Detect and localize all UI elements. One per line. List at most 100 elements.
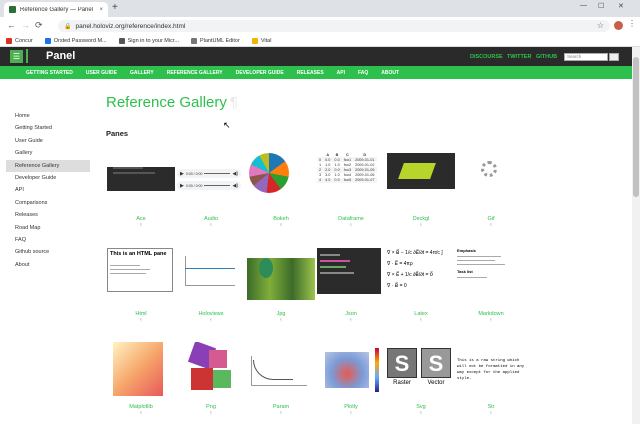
html-pane-title: This is an HTML pane [110,251,167,257]
card-thumbnail[interactable] [387,153,455,195]
sidebar-item[interactable]: Reference Gallery [6,159,90,172]
latex-eq-4: ∇ · B⃗ = 0 [387,283,407,289]
nav-item[interactable]: RELEASES [297,70,324,76]
bookmark-item[interactable]: Orsted Password M... [44,37,107,44]
bookmark-label: Orsted Password M... [53,37,107,44]
bookmark-label: PlantUML Editor [199,37,240,44]
card-thumbnail[interactable] [107,342,175,402]
nav-item[interactable]: GETTING STARTED [26,70,73,76]
sidebar-item[interactable]: Getting Started [6,122,90,134]
card-thumbnail[interactable] [177,342,245,402]
site-search-input[interactable]: Search [564,53,608,61]
bookmark-icon [118,37,125,44]
header-link-github[interactable]: GITHUB [536,54,557,60]
card-permalink-icon: ¶ [419,222,423,227]
reload-button[interactable]: ⟳ [35,20,43,31]
forward-button[interactable]: → [21,20,30,31]
card-thumbnail[interactable] [247,248,315,300]
tab-title: Reference Gallery — Panel 0.9.7 [20,6,95,13]
nav-item[interactable]: GALLERY [130,70,154,76]
sidebar-item[interactable]: Github source [6,246,90,258]
sidebar-item[interactable]: FAQ [6,234,90,246]
site-nav: GETTING STARTED USER GUIDE GALLERY REFERENC… [0,66,632,79]
scrollbar-thumb[interactable] [633,57,639,197]
permalink-icon[interactable]: ¶ [230,94,238,111]
bookmark-icon [190,37,197,44]
site-search-button[interactable] [609,53,619,61]
sidebar-item[interactable]: User Guide [6,135,90,147]
menu-grid-icon[interactable]: ☰ [10,50,23,63]
site-header: ☰ Panel DISCOURSE TWITTER GITHUB Search [0,47,632,66]
audio-time: 0:00 / 0:00 [185,171,203,176]
audio-time-2: 0:00 / 0:00 [185,183,203,188]
url-text[interactable]: panel.holoviz.org/reference/index.html [75,23,185,30]
svg-label-vector: Vector [427,380,445,386]
card-thumbnail[interactable]: S S Raster Vector [387,342,455,402]
header-link-twitter[interactable]: TWITTER [507,54,531,60]
sidebar-item[interactable]: API [6,184,90,196]
minimize-button[interactable]: — [580,2,587,9]
md-heading: Emphasis [457,248,476,253]
card-thumbnail[interactable]: ∇ × B⃗ − 1/c ∂E⃗/∂t = 4π/c j⃗ ∇ · E⃗ = 4π… [387,248,455,300]
nav-item[interactable]: REFERENCE GALLERY [167,70,223,76]
bookmark-label: Vital [260,37,272,44]
bookmark-item[interactable]: PlantUML Editor [190,37,240,44]
page-title: Reference Gallery ¶ [106,94,238,111]
card-permalink-icon: ¶ [139,317,143,322]
address-bar[interactable]: 🔒 panel.holoviz.org/reference/index.html… [58,20,610,32]
card-thumbnail[interactable] [107,153,175,195]
nav-item[interactable]: USER GUIDE [86,70,117,76]
svg-label-raster: Raster [393,380,411,386]
bookmark-item[interactable]: Concur [6,37,33,44]
sidebar-item[interactable]: Releases [6,209,90,221]
header-link-discourse[interactable]: DISCOURSE [470,54,503,60]
back-button[interactable]: ← [7,20,16,31]
card-permalink-icon: ¶ [139,222,143,227]
card-thumbnail[interactable] [177,248,245,300]
card-thumbnail[interactable] [457,153,525,195]
profile-avatar[interactable] [614,21,623,30]
nav-item[interactable]: FAQ [358,70,368,76]
bookmark-item[interactable]: Sign in to your Micr... [118,37,179,44]
card-thumbnail[interactable]: Emphasis Task list [457,248,525,300]
sidebar-item[interactable]: Home [6,110,90,122]
sidebar: Home Getting Started User Guide Gallery Refe… [6,110,90,271]
df-cell: 0.0 [334,178,340,183]
close-window-button[interactable]: ✕ [618,2,624,10]
new-tab-button[interactable]: + [112,3,118,13]
card-permalink-icon: ¶ [279,222,283,227]
bookmarks-bar: Concur Orsted Password M... Sign in to you… [0,35,640,47]
card-thumbnail[interactable] [317,248,385,300]
tab-close-icon[interactable]: × [99,7,103,13]
page-title-text: Reference Gallery [106,94,227,111]
page-scrollbar[interactable] [632,47,640,424]
sidebar-item[interactable]: Comparisons [6,197,90,209]
card-permalink-icon: ¶ [209,317,213,322]
sidebar-item[interactable]: Developer Guide [6,172,90,184]
bookmark-item[interactable]: Vital [251,37,272,44]
maximize-button[interactable]: ☐ [598,2,604,10]
sidebar-item[interactable]: Gallery [6,147,90,159]
bookmark-star-icon[interactable]: ☆ [597,21,604,30]
card-thumbnail[interactable]: This is a raw string which will not be f… [457,342,525,402]
card-permalink-icon: ¶ [489,317,493,322]
sidebar-item[interactable]: Road Map [6,222,90,234]
card-thumbnail[interactable] [247,153,315,195]
card-thumbnail[interactable]: This is an HTML pane [107,248,175,300]
nav-item[interactable]: DEVELOPER GUIDE [236,70,284,76]
nav-item[interactable]: ABOUT [381,70,399,76]
card-permalink-icon: ¶ [489,410,493,415]
site-brand[interactable]: Panel [46,50,75,63]
card-thumbnail[interactable]: ▶ 0:00 / 0:00 ◀) ▶ 0:00 / 0:00 ◀) [177,153,245,195]
card-thumbnail[interactable] [247,342,315,402]
browser-tab[interactable]: Reference Gallery — Panel 0.9.7 × [4,2,108,17]
nav-item[interactable]: API [337,70,345,76]
card-thumbnail[interactable] [317,342,385,402]
card-thumbnail[interactable]: A B C D 0 0.0 0.0 foo1 2009-01-01 1 1.0 1.0 foo2 2009… [317,153,385,195]
section-heading: Panes [106,129,129,138]
sidebar-item[interactable]: About [6,259,90,271]
browser-menu-icon[interactable]: ⋮ [628,19,636,28]
card-permalink-icon: ¶ [279,317,283,322]
card-permalink-icon: ¶ [349,317,353,322]
str-pane-text: This is a raw string which will not be f… [457,359,525,381]
